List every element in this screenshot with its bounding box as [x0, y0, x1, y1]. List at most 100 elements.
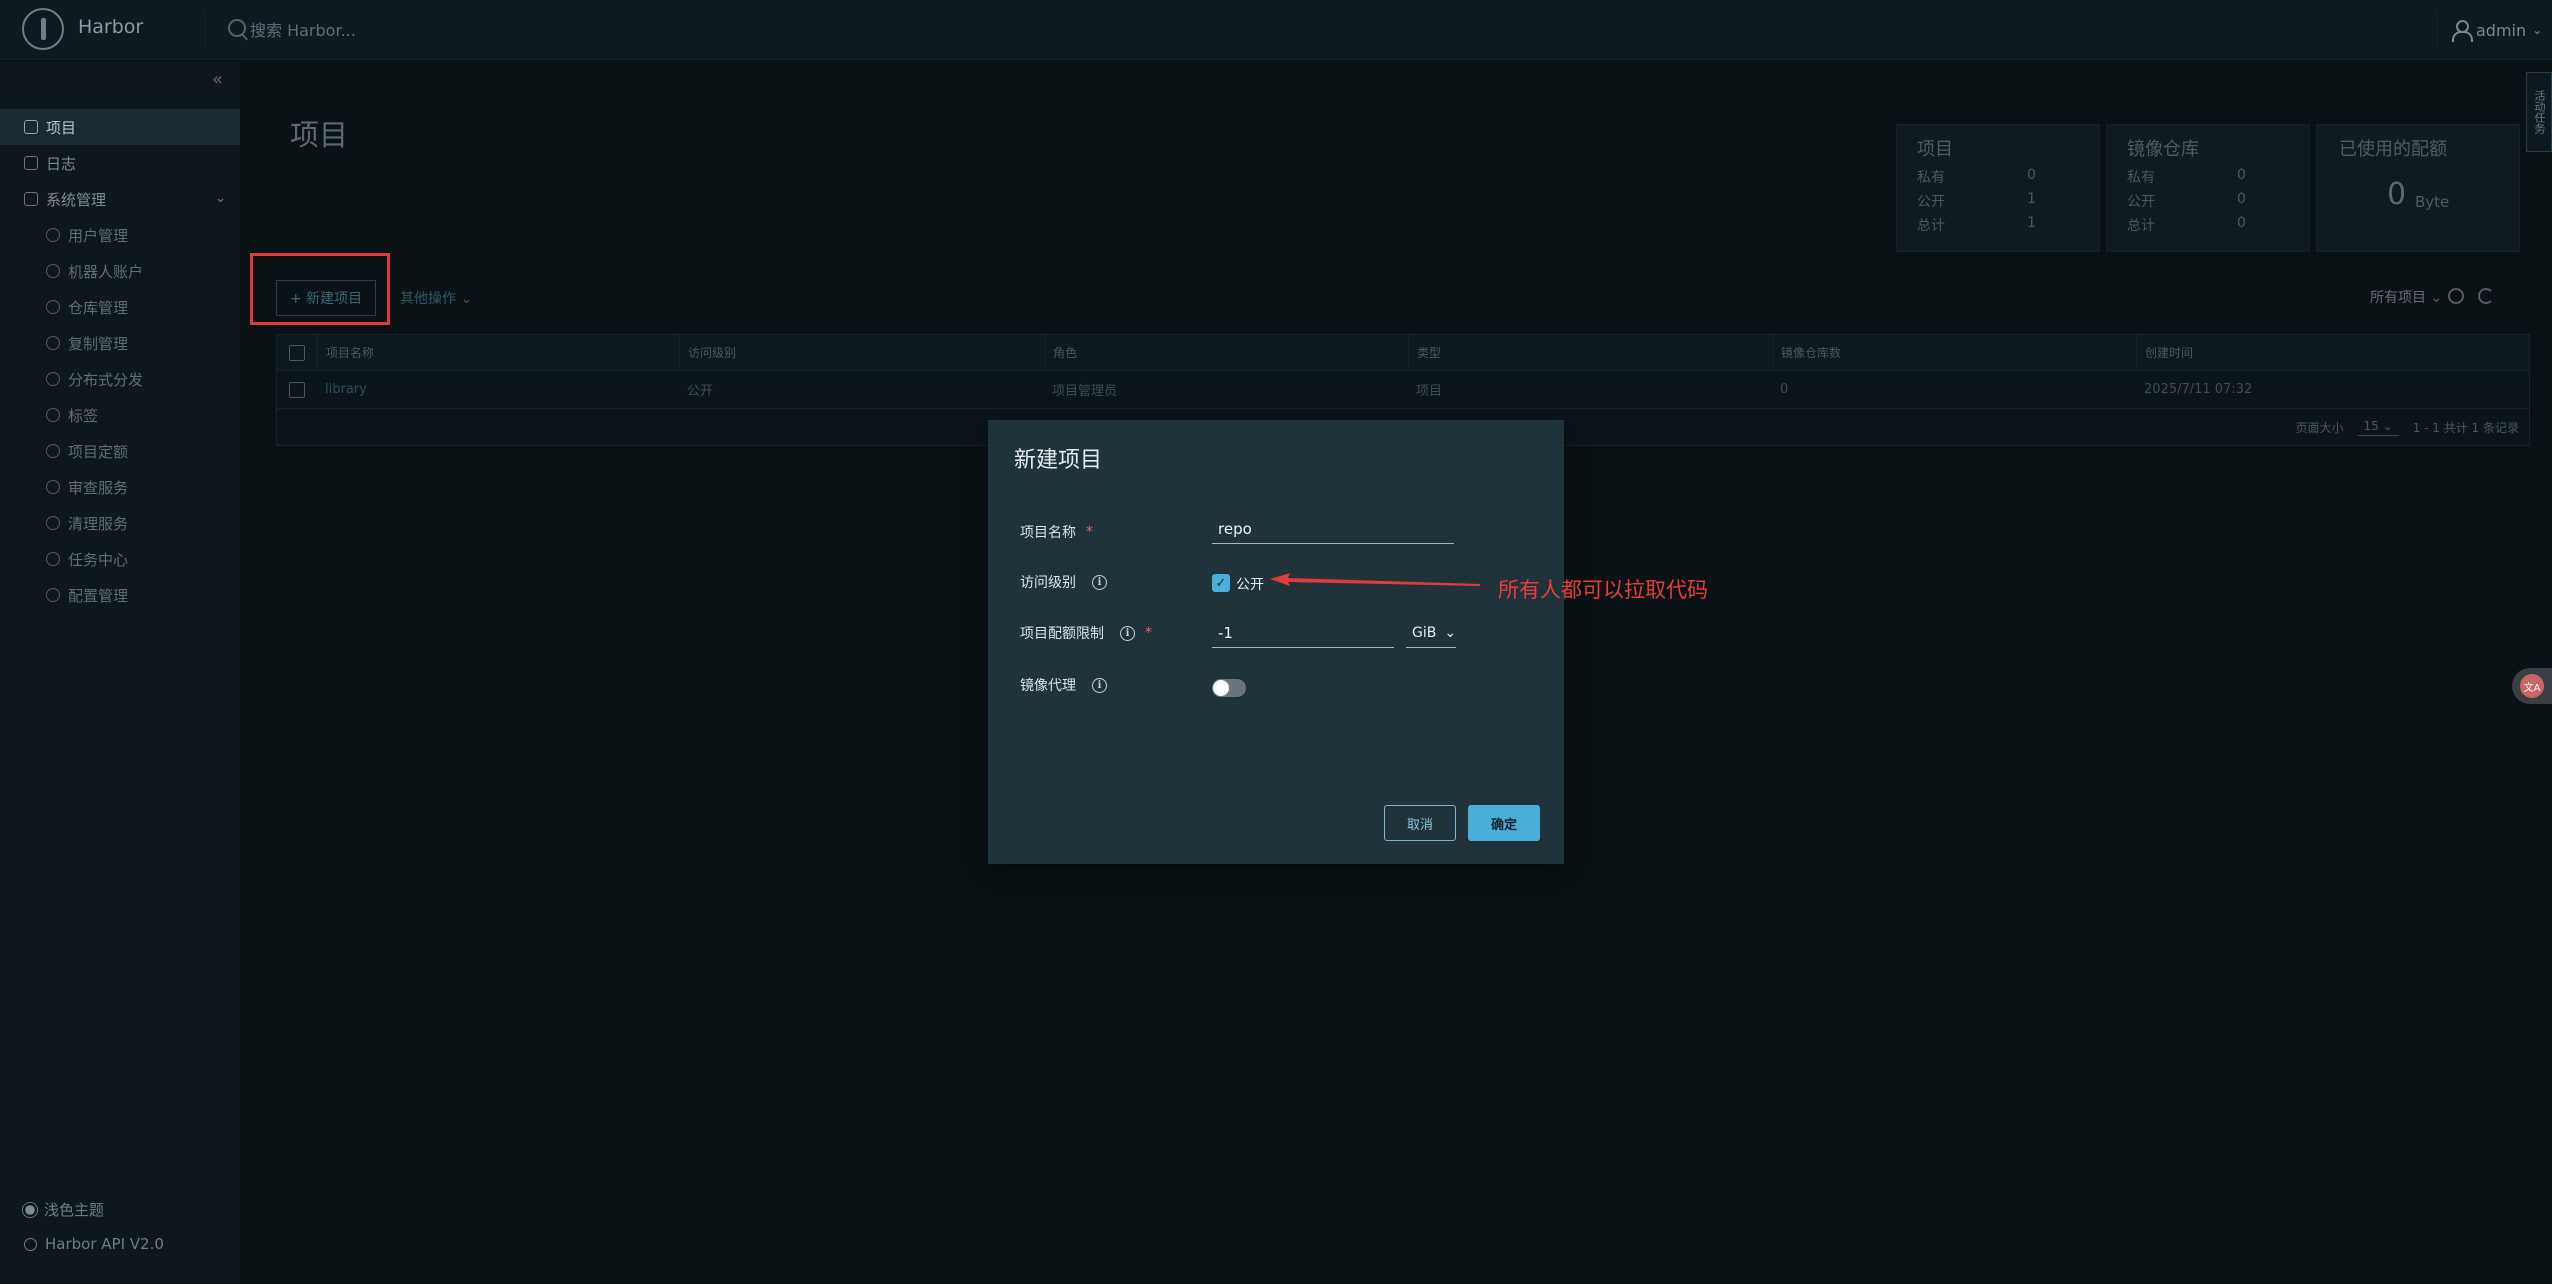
tag-icon: [46, 408, 60, 422]
repos-stat-card: 镜像仓库 私有 0 公开 0 总计 0: [2106, 124, 2310, 252]
info-icon[interactable]: i: [1120, 625, 1135, 641]
column-header[interactable]: 创建时间: [2136, 335, 2530, 370]
annotation-arrow: [1270, 573, 1480, 586]
quota-limit-label: 项目配额限制 i *: [1020, 625, 1152, 642]
required-asterisk-icon: *: [1145, 625, 1152, 641]
proxy-cache-toggle[interactable]: [1212, 679, 1246, 697]
sidebar-item-configuration[interactable]: 配置管理: [0, 577, 240, 613]
search-icon[interactable]: [2448, 288, 2464, 304]
quota-unit: Byte: [2415, 193, 2450, 211]
chevron-down-icon: ⌄: [215, 191, 226, 206]
sidebar-item-registries[interactable]: 仓库管理: [0, 289, 240, 325]
column-header[interactable]: 角色: [1044, 335, 1408, 370]
api-link[interactable]: Harbor API V2.0: [24, 1235, 224, 1253]
stat-row: 总计 1: [1917, 215, 2036, 234]
row-checkbox[interactable]: [289, 382, 305, 398]
public-checkbox[interactable]: ✓: [1212, 574, 1230, 592]
harbor-logo-icon[interactable]: [22, 8, 64, 50]
sidebar-item-projects[interactable]: 项目: [0, 109, 240, 145]
column-header[interactable]: 镜像仓库数: [1772, 335, 2136, 370]
project-name-label: 项目名称 *: [1020, 524, 1093, 541]
stat-card-title: 项目: [1917, 139, 1953, 160]
replication-icon: [46, 336, 60, 350]
gear-icon: [46, 588, 60, 602]
info-icon[interactable]: i: [1092, 574, 1107, 590]
header-divider: [204, 12, 205, 48]
chevron-down-icon: ⌄: [1444, 624, 1457, 641]
ok-button[interactable]: 确定: [1468, 805, 1540, 841]
column-header[interactable]: 类型: [1408, 335, 1772, 370]
created-time-cell: 2025/7/11 07:32: [2144, 382, 2253, 397]
sidebar-item-robot-accounts[interactable]: 机器人账户: [0, 253, 240, 289]
sun-icon: [25, 1204, 35, 1215]
share-icon: [46, 372, 60, 386]
sidebar-item-logs[interactable]: 日志: [0, 145, 240, 181]
column-header[interactable]: 访问级别: [679, 335, 1044, 370]
column-header[interactable]: 项目名称: [317, 335, 679, 370]
quota-limit-input[interactable]: [1212, 618, 1394, 648]
sidebar-item-replications[interactable]: 复制管理: [0, 325, 240, 361]
collapse-sidebar-icon[interactable]: «: [212, 69, 223, 90]
stat-card-title: 镜像仓库: [2127, 139, 2199, 160]
cancel-button[interactable]: 取消: [1384, 805, 1456, 841]
trash-icon: [46, 516, 60, 530]
stat-row: 私有 0: [1917, 167, 2036, 186]
table-row: library 公开 项目管理员 项目 0 2025/7/11 07:32: [277, 371, 2529, 409]
select-all-checkbox[interactable]: [289, 345, 305, 361]
sidebar-item-interrogation[interactable]: 审查服务: [0, 469, 240, 505]
project-name-link[interactable]: library: [317, 371, 367, 408]
sidebar-item-labels[interactable]: 标签: [0, 397, 240, 433]
table-pagination: 页面大小 15 ⌄ 1 - 1 共计 1 条记录: [2296, 419, 2519, 436]
sidebar-item-administration[interactable]: 系统管理 ⌄: [0, 181, 240, 217]
sidebar-item-label: 任务中心: [68, 550, 129, 569]
sidebar-item-label: 仓库管理: [68, 298, 129, 317]
public-checkbox-label[interactable]: 公开: [1236, 574, 1264, 594]
app-title[interactable]: Harbor: [78, 16, 143, 38]
user-menu[interactable]: admin ⌄: [2452, 18, 2542, 42]
stat-card-title: 已使用的配额: [2339, 139, 2447, 160]
sidebar-item-label: 项目: [46, 118, 77, 137]
chevron-down-icon: ⌄: [2532, 23, 2543, 37]
required-asterisk-icon: *: [1086, 524, 1093, 540]
sidebar-item-project-quotas[interactable]: 项目定额: [0, 433, 240, 469]
clock-icon: [46, 552, 60, 566]
project-icon: [24, 120, 38, 134]
page-size-select[interactable]: 15 ⌄: [2357, 419, 2399, 436]
active-tasks-tab[interactable]: 活动任务: [2526, 72, 2552, 152]
sidebar-nav: 项目 日志 系统管理 ⌄ 用户管理 机器人账户 仓库管理 复制管理 分布式分发 …: [0, 109, 240, 613]
stat-row: 公开 0: [2127, 191, 2246, 210]
quota-stat-card: 已使用的配额 0 Byte: [2316, 124, 2520, 252]
sidebar-item-clean-up[interactable]: 清理服务: [0, 505, 240, 541]
sidebar-item-label: 清理服务: [68, 514, 129, 533]
sidebar-item-distribution[interactable]: 分布式分发: [0, 361, 240, 397]
sidebar-item-users[interactable]: 用户管理: [0, 217, 240, 253]
translate-icon[interactable]: [2512, 668, 2552, 704]
users-icon: [46, 228, 60, 242]
api-link-label: Harbor API V2.0: [45, 1235, 164, 1253]
sidebar-item-label: 系统管理: [46, 190, 107, 209]
search-input[interactable]: [250, 14, 650, 46]
stat-row: 私有 0: [2127, 167, 2246, 186]
projects-stat-card: 项目 私有 0 公开 1 总计 1: [1896, 124, 2100, 252]
new-project-modal: 新建项目 项目名称* 访问级别i ✓ 公开 项目配额限制i* GiB⌄ 镜像代理…: [988, 420, 1564, 864]
sidebar-item-label: 日志: [46, 154, 77, 173]
info-icon[interactable]: i: [1092, 677, 1107, 693]
project-filter-select[interactable]: 所有项目 ⌄: [2370, 287, 2442, 307]
stat-row: 总计 0: [2127, 215, 2246, 234]
sidebar-item-label: 分布式分发: [68, 370, 144, 389]
robot-icon: [46, 264, 60, 278]
top-header: Harbor admin ⌄: [0, 0, 2552, 60]
repo-count-cell: 0: [1780, 382, 1789, 397]
pagination-summary: 1 - 1 共计 1 条记录: [2412, 421, 2519, 435]
quota-value: 0: [2387, 177, 2407, 212]
search-icon: [228, 19, 246, 37]
refresh-icon[interactable]: [2478, 288, 2494, 304]
project-name-input[interactable]: [1212, 514, 1454, 544]
other-actions-dropdown[interactable]: 其他操作 ⌄: [400, 288, 472, 308]
theme-toggle[interactable]: 浅色主题: [24, 1199, 224, 1220]
quota-unit-select[interactable]: GiB ⌄: [1406, 618, 1456, 648]
new-project-button[interactable]: + 新建项目: [276, 280, 376, 316]
registry-icon: [46, 300, 60, 314]
sidebar-item-job-service[interactable]: 任务中心: [0, 541, 240, 577]
sidebar-item-label: 机器人账户: [68, 262, 144, 281]
